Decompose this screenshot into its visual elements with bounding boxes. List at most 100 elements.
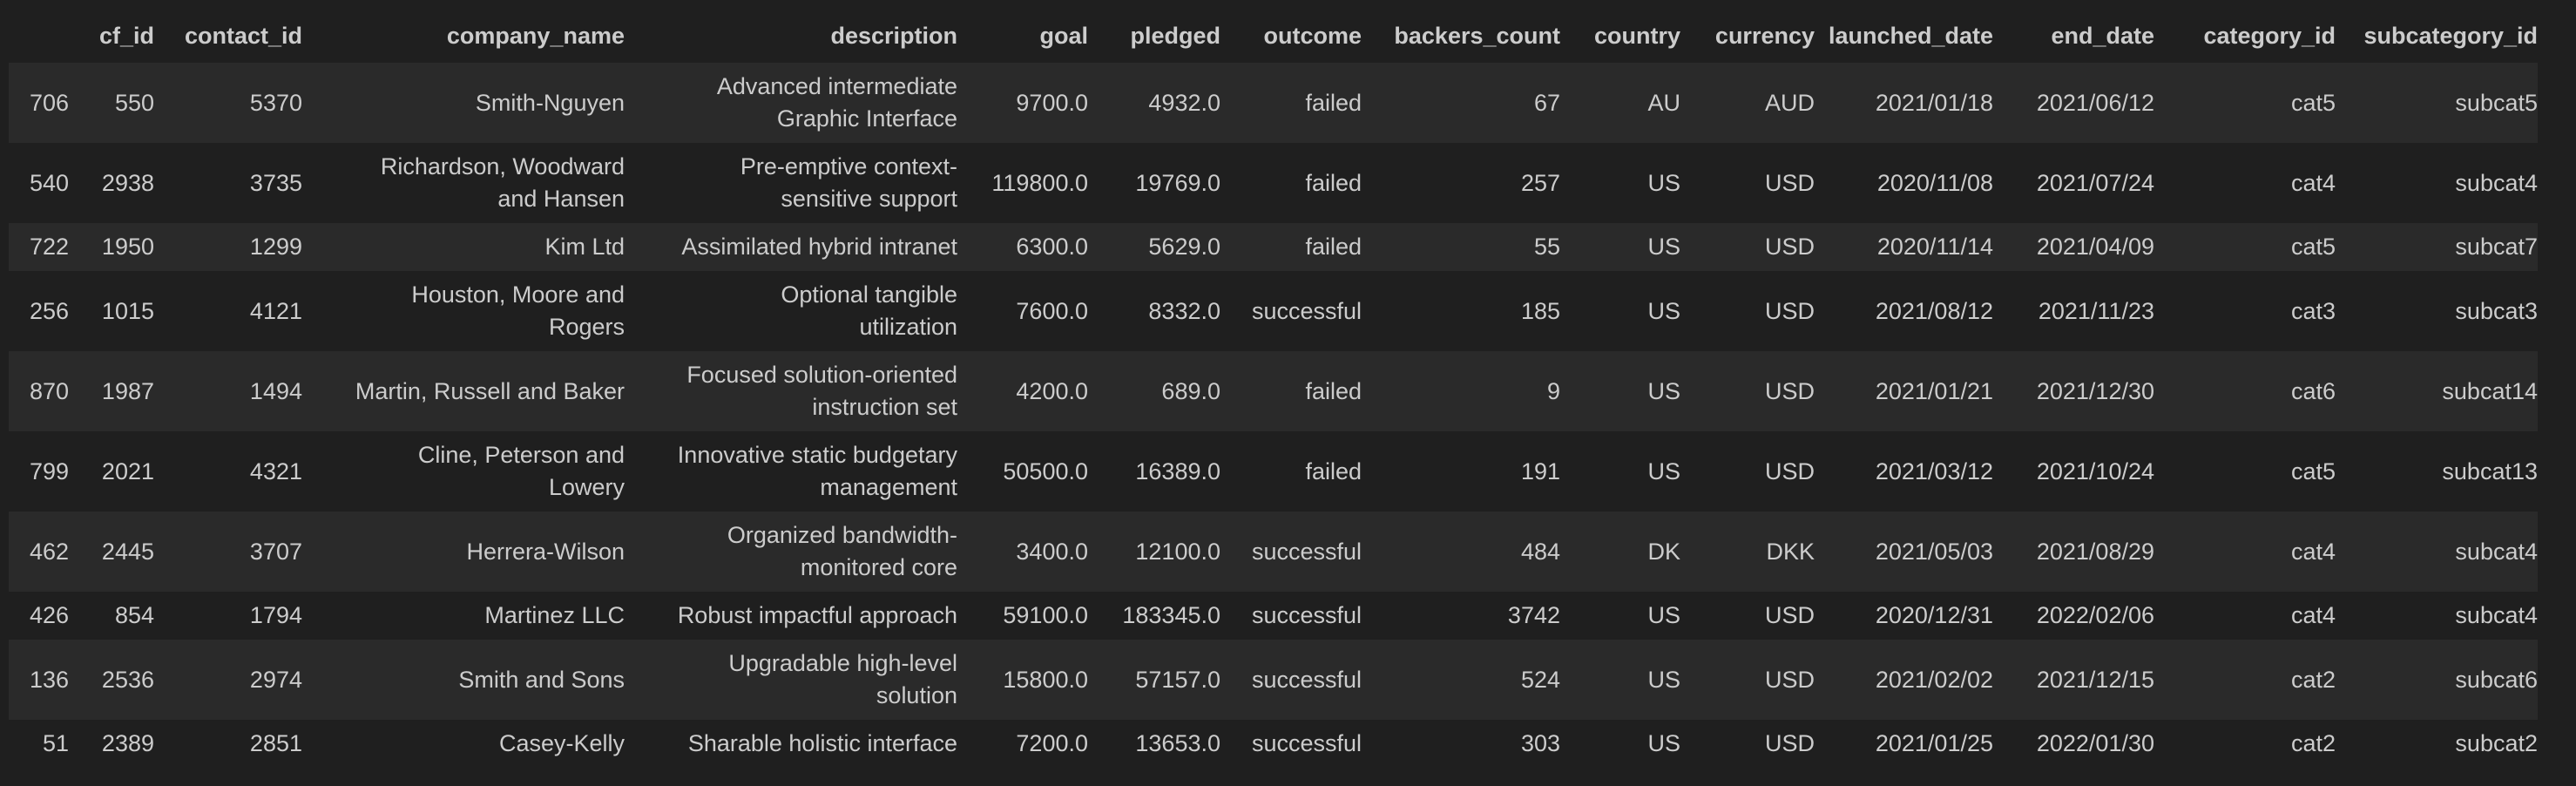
cell-pledged: 4932.0 xyxy=(1148,89,1220,116)
cell-contact-id: 4121 xyxy=(249,297,302,324)
cell-company-name-line: Herrera-Wilson xyxy=(466,538,625,565)
cell-currency: DKK xyxy=(1766,538,1815,565)
cell-currency: USD xyxy=(1764,297,1815,324)
cell-description-line: instruction set xyxy=(812,394,957,420)
cell-description-line: Focused solution-oriented xyxy=(686,362,957,388)
cell-goal: 15800.0 xyxy=(1003,666,1088,693)
cell-contact-id: 4321 xyxy=(249,457,302,484)
cell-cf-id: 2021 xyxy=(101,457,154,484)
cell-subcategory-id: subcat13 xyxy=(2442,457,2538,484)
table-row: 706 550 5370 Smith-Nguyen Advanced intermedi… xyxy=(9,63,2538,143)
cell-contact-id: 3735 xyxy=(249,169,302,196)
cell-pledged: 5629.0 xyxy=(1148,234,1220,260)
header-launched-date: launched_date xyxy=(1828,23,1993,49)
cell-company-name: Casey-Kelly xyxy=(302,720,625,768)
cell-subcategory-id: subcat14 xyxy=(2442,377,2538,404)
table-row: 462 2445 3707 Herrera-Wilson Organized bandw… xyxy=(9,512,2538,592)
cell-country: US xyxy=(1647,234,1680,260)
cell-category-id: cat4 xyxy=(2290,538,2336,565)
cell-outcome: failed xyxy=(1305,457,1362,484)
cell-company-name-line: and Hansen xyxy=(497,186,625,212)
header-currency: currency xyxy=(1714,23,1815,49)
cell-company-name: Kim Ltd xyxy=(302,223,625,271)
header-goal: goal xyxy=(1039,23,1088,49)
cell-outcome: failed xyxy=(1305,234,1362,260)
cell-company-name: Smith and Sons xyxy=(302,640,625,720)
cell-category-id: cat2 xyxy=(2290,730,2336,756)
cell-pledged: 689.0 xyxy=(1161,377,1220,404)
header-country: country xyxy=(1593,23,1680,49)
header-description: description xyxy=(830,23,957,49)
cell-outcome: successful xyxy=(1251,602,1362,628)
cell-pledged: 13653.0 xyxy=(1135,730,1220,756)
cell-pledged: 183345.0 xyxy=(1122,602,1220,628)
cell-goal: 7200.0 xyxy=(1016,730,1088,756)
cell-subcategory-id: subcat2 xyxy=(2455,730,2538,756)
cell-description-line: Pre-emptive context- xyxy=(740,153,957,180)
cell-description: Pre-emptive context-sensitive support xyxy=(625,143,957,223)
cell-description: Robust impactful approach xyxy=(625,592,957,640)
cell-end-date: 2021/12/15 xyxy=(2036,666,2154,693)
cell-cf-id: 1950 xyxy=(101,234,154,260)
cell-outcome: successful xyxy=(1251,666,1362,693)
table-body: 706 550 5370 Smith-Nguyen Advanced intermedi… xyxy=(9,63,2538,768)
cell-company-name-line: Smith-Nguyen xyxy=(475,89,625,116)
cell-pledged: 19769.0 xyxy=(1135,169,1220,196)
cell-description: Advanced intermediate Graphic Interface xyxy=(625,63,957,143)
cell-outcome: successful xyxy=(1251,730,1362,756)
cell-launched-date: 2021/01/21 xyxy=(1875,377,1993,404)
cell-subcategory-id: subcat4 xyxy=(2455,169,2538,196)
cell-end-date: 2022/01/30 xyxy=(2036,730,2154,756)
cell-index: 426 xyxy=(29,602,69,628)
cell-description-line: Organized bandwidth- xyxy=(727,522,957,548)
cell-index: 462 xyxy=(29,538,69,565)
cell-country: US xyxy=(1647,602,1680,628)
cell-description-line: monitored core xyxy=(800,554,957,580)
header-contact-id: contact_id xyxy=(184,23,302,49)
cell-subcategory-id: subcat3 xyxy=(2455,297,2538,324)
cell-goal: 9700.0 xyxy=(1016,89,1088,116)
cell-launched-date: 2021/03/12 xyxy=(1875,457,1993,484)
cell-end-date: 2021/06/12 xyxy=(2036,89,2154,116)
cell-cf-id: 2445 xyxy=(101,538,154,565)
cell-outcome: failed xyxy=(1305,89,1362,116)
table-row: 540 2938 3735 Richardson, Woodward and Hanse… xyxy=(9,143,2538,223)
table-row: 799 2021 4321 Cline, Peterson and Lowery Inno… xyxy=(9,431,2538,512)
cell-launched-date: 2021/05/03 xyxy=(1875,538,1993,565)
cell-company-name: Smith-Nguyen xyxy=(302,63,625,143)
cell-backers-count: 484 xyxy=(1520,538,1560,565)
header-category-id: category_id xyxy=(2203,23,2336,49)
cell-goal: 3400.0 xyxy=(1016,538,1088,565)
cell-subcategory-id: subcat7 xyxy=(2455,234,2538,260)
table-row: 256 1015 4121 Houston, Moore and Rogers Optio… xyxy=(9,271,2538,351)
cell-outcome: successful xyxy=(1251,297,1362,324)
cell-company-name-line: Martin, Russell and Baker xyxy=(355,377,625,404)
cell-currency: USD xyxy=(1764,730,1815,756)
table-row: 136 2536 2974 Smith and Sons Upgradable high… xyxy=(9,640,2538,720)
cell-company-name-line: Lowery xyxy=(548,474,625,500)
cell-company-name: Richardson, Woodward and Hansen xyxy=(302,143,625,223)
cell-company-name: Herrera-Wilson xyxy=(302,512,625,592)
cell-contact-id: 3707 xyxy=(249,538,302,565)
cell-description-line: utilization xyxy=(859,314,957,340)
cell-description-line: solution xyxy=(876,682,957,708)
cell-category-id: cat4 xyxy=(2290,169,2336,196)
cell-currency: USD xyxy=(1764,234,1815,260)
cell-cf-id: 1987 xyxy=(101,377,154,404)
cell-launched-date: 2021/08/12 xyxy=(1875,297,1993,324)
cell-subcategory-id: subcat4 xyxy=(2455,602,2538,628)
cell-company-name-line: Houston, Moore and xyxy=(411,281,625,308)
cell-pledged: 57157.0 xyxy=(1135,666,1220,693)
cell-company-name: Martinez LLC xyxy=(302,592,625,640)
cell-company-name-line: Cline, Peterson and xyxy=(417,442,625,468)
cell-goal: 119800.0 xyxy=(991,169,1088,196)
cell-pledged: 8332.0 xyxy=(1148,297,1220,324)
cell-company-name-line: Kim Ltd xyxy=(544,234,625,260)
cell-company-name-line: Rogers xyxy=(548,314,625,340)
cell-cf-id: 854 xyxy=(114,602,154,628)
cell-end-date: 2021/07/24 xyxy=(2036,169,2154,196)
cell-company-name-line: Richardson, Woodward xyxy=(380,153,625,180)
cell-company-name-line: Martinez LLC xyxy=(484,602,625,628)
cell-currency: USD xyxy=(1764,666,1815,693)
table-header: cf_id contact_id company_name descriptio… xyxy=(9,9,2538,63)
